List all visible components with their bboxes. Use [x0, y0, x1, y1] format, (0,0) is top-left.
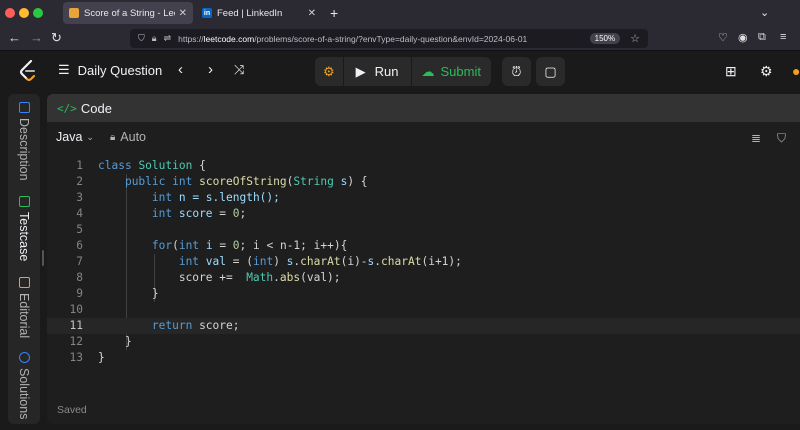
code-line: 3 int n = s.length(); — [76, 191, 280, 204]
code-line: 7 int val = (int) s.charAt(i)-s.charAt(i… — [76, 255, 462, 268]
description-icon — [18, 102, 30, 113]
shuffle-icon[interactable]: ⤨ — [234, 61, 244, 79]
leetcode-favicon-icon — [69, 8, 79, 18]
tab-title: Feed | LinkedIn — [217, 7, 283, 19]
extensions-icon[interactable]: ⧉ — [758, 31, 766, 44]
maximize-window-button[interactable] — [33, 8, 43, 18]
prev-question-chevron-icon[interactable]: ‹ — [178, 61, 183, 79]
code-line: 6 for(int i = 0; i < n-1; i++){ — [76, 239, 348, 252]
format-lines-icon[interactable]: ≣ — [751, 131, 761, 145]
list-tabs-chevron-icon[interactable]: ⌄ — [760, 6, 769, 19]
permissions-icon[interactable]: ⇌ — [164, 33, 172, 44]
code-line: 5 — [76, 223, 83, 236]
panel-title: Code — [80, 100, 112, 116]
run-submit-group: ⚙︎ ▶ Run ☁︎ Submit — [315, 57, 491, 86]
cloud-upload-icon: ☁︎ — [421, 63, 435, 79]
code-line: 10 — [69, 303, 83, 316]
browser-navbar: ← → ↻ ⛉ 🔒︎ ⇌ https://leetcode.com/proble… — [0, 26, 800, 51]
alarm-clock-icon: ⏰︎ — [511, 63, 522, 79]
minimize-window-button[interactable] — [19, 8, 29, 18]
tab-solutions[interactable]: Solutions — [8, 352, 40, 419]
flask-icon — [18, 352, 30, 363]
tab-title: Score of a String - LeetCode — [84, 7, 175, 19]
premium-icon[interactable]: ● — [792, 63, 800, 79]
menu-icon[interactable]: ≡ — [780, 31, 786, 43]
reload-icon[interactable]: ↻ — [51, 30, 62, 46]
back-arrow-icon[interactable]: ← — [8, 30, 21, 46]
tab-label: Description — [17, 118, 31, 181]
bookmark-star-icon[interactable]: ☆ — [630, 32, 640, 45]
leetcode-header: ☰ Daily Question ‹ › ⤨ ⚙︎ ▶ Run ☁︎ Submi… — [0, 52, 800, 90]
pocket-icon[interactable]: ♡ — [718, 31, 728, 44]
gear-icon[interactable]: ⚙︎ — [760, 63, 773, 80]
code-line: 2 public int scoreOfString(String s) { — [76, 175, 368, 188]
save-status: Saved — [57, 404, 87, 416]
browser-tab-leetcode[interactable]: Score of a String - LeetCode ✕ — [63, 2, 193, 24]
url-text[interactable]: https://leetcode.com/problems/score-of-a… — [178, 34, 590, 44]
daily-question-label: Daily Question — [77, 62, 163, 78]
tab-editorial[interactable]: Editorial — [8, 277, 40, 338]
bookmark-icon[interactable]: ⛉ — [777, 131, 786, 146]
code-line: 9 } — [76, 287, 159, 300]
forward-arrow-icon[interactable]: → — [30, 30, 43, 46]
tab-description[interactable]: Description — [8, 102, 40, 181]
close-tab-icon[interactable]: ✕ — [308, 8, 316, 19]
linkedin-favicon-icon: in — [202, 8, 212, 18]
tab-testcase[interactable]: Testcase — [8, 196, 40, 261]
code-line: 4 int score = 0; — [76, 207, 247, 220]
language-select[interactable]: Java — [56, 130, 82, 144]
run-button[interactable]: ▶ Run — [344, 57, 411, 86]
browser-tabbar: Score of a String - LeetCode ✕ in Feed |… — [0, 0, 800, 26]
code-panel-header: </> Code — [47, 94, 800, 122]
account-icon[interactable]: ◉ — [738, 31, 748, 44]
shield-icon[interactable]: ⛉ — [138, 33, 145, 44]
lock-icon: 🔒︎ — [109, 131, 116, 143]
code-brackets-icon: </> — [57, 101, 77, 115]
auto-label[interactable]: Auto — [120, 130, 146, 144]
layout-grid-icon[interactable]: ⊞ — [725, 63, 737, 80]
editor-toolbar: Java ⌄ 🔒︎ Auto — [47, 122, 800, 152]
notes-button[interactable]: ▢ — [536, 57, 565, 86]
run-label: Run — [374, 64, 399, 79]
debug-icon: ⚙︎ — [323, 63, 335, 79]
next-question-chevron-icon[interactable]: › — [208, 61, 213, 79]
book-icon — [18, 277, 30, 288]
problem-list-icon: ☰ — [58, 62, 70, 77]
checkbox-icon — [18, 196, 30, 207]
chevron-down-icon[interactable]: ⌄ — [86, 132, 94, 143]
lock-icon[interactable]: 🔒︎ — [152, 33, 157, 44]
browser-tab-linkedin[interactable]: in Feed | LinkedIn ✕ — [196, 2, 322, 24]
new-tab-button[interactable]: + — [330, 5, 338, 21]
close-window-button[interactable] — [5, 8, 15, 18]
debug-button[interactable]: ⚙︎ — [315, 57, 343, 86]
timer-button[interactable]: ⏰︎ — [502, 57, 531, 86]
code-line: 8 score += Math.abs(val); — [76, 271, 341, 284]
close-tab-icon[interactable]: ✕ — [179, 8, 187, 19]
code-line: 12 } — [69, 335, 132, 348]
left-tab-strip: Description Testcase Editorial Solutions — [8, 94, 40, 424]
resize-handle[interactable] — [42, 250, 44, 266]
submit-button[interactable]: ☁︎ Submit — [412, 57, 491, 86]
url-bar[interactable]: ⛉ 🔒︎ ⇌ https://leetcode.com/problems/sco… — [130, 29, 648, 48]
problem-list-button[interactable]: ☰ Daily Question — [58, 62, 162, 78]
tab-label: Editorial — [17, 293, 31, 339]
submit-label: Submit — [440, 64, 481, 79]
code-line-current: 11 return score; — [47, 318, 800, 334]
code-line: 13 } — [69, 351, 105, 364]
zoom-level-badge[interactable]: 150% — [589, 33, 621, 44]
code-line: 1 class Solution { — [76, 159, 206, 172]
note-icon: ▢ — [544, 63, 557, 79]
tab-label: Solutions — [17, 368, 31, 420]
code-panel: </> Code Java ⌄ 🔒︎ Auto ≣ ⛉ 1 class Solu… — [47, 94, 800, 424]
tab-label: Testcase — [17, 212, 31, 262]
leetcode-logo-icon[interactable] — [18, 60, 38, 82]
play-icon: ▶ — [355, 63, 366, 79]
